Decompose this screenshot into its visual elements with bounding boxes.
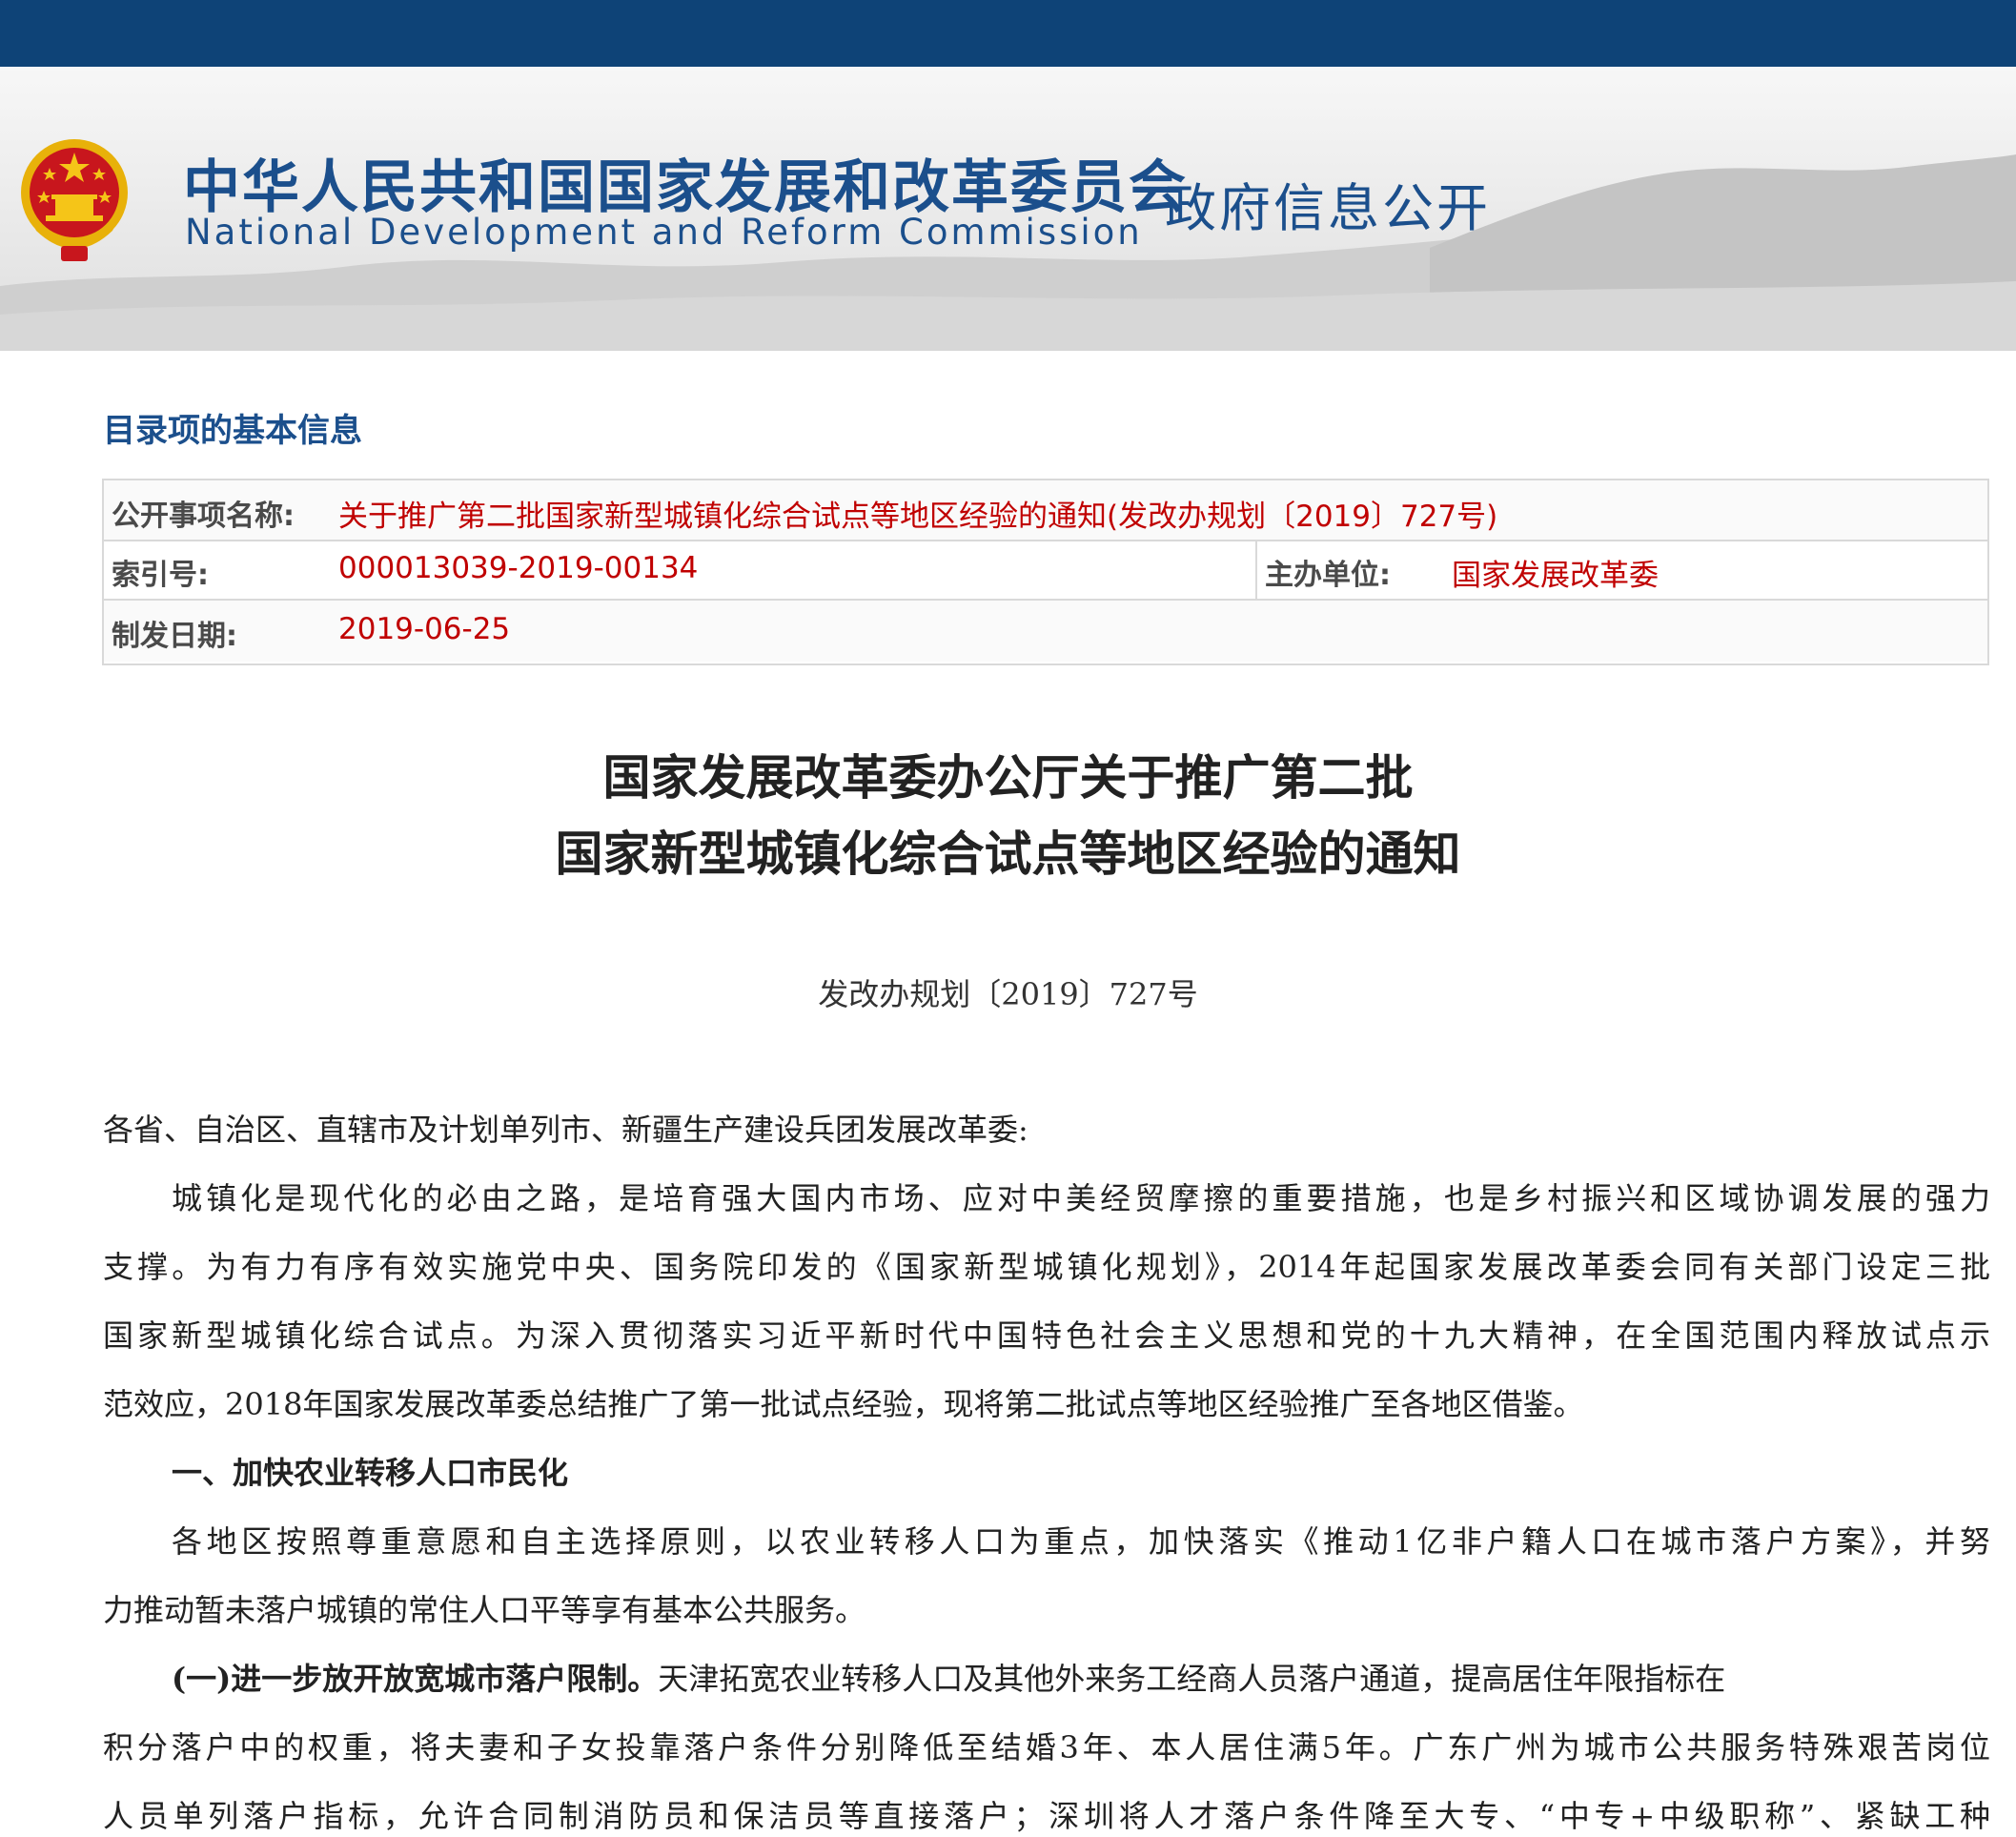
table-row: 制发日期: 2019-06-25 [104, 601, 1987, 662]
info-heading: 目录项的基本信息 [103, 412, 362, 450]
section-title[interactable]: 政府信息公开 [1165, 166, 1491, 241]
index-value: 000013039-2019-00134 [338, 551, 699, 585]
top-bar [0, 0, 2016, 67]
paragraph-line: 支撑。为有力有序有效实施党中央、国务院印发的《国家新型城镇化规划》，2014年起… [103, 1249, 1990, 1285]
host-value: 国家发展改革委 [1452, 559, 1659, 593]
paragraph-line: 范效应，2018年国家发展改革委总结推广了第一批试点经验，现将第二批试点等地区经… [103, 1386, 1584, 1422]
national-emblem-icon [21, 139, 128, 261]
host-label: 主办单位: [1265, 559, 1391, 592]
paragraph-text: 天津拓宽农业转移人口及其他外来务工经商人员落户通道，提高居住年限指标在 [658, 1661, 1726, 1697]
paragraph-line: 国家新型城镇化综合试点。为深入贯彻落实习近平新时代中国特色社会主义思想和党的十九… [103, 1317, 1990, 1354]
site-title-english[interactable]: National Development and Reform Commissi… [185, 212, 1143, 253]
paragraph-line: 各地区按照尊重意愿和自主选择原则，以农业转移人口为重点，加快落实《推动1亿非户籍… [172, 1523, 1990, 1560]
document-title-line: 国家新型城镇化综合试点等地区经验的通知 [555, 826, 1461, 882]
document-number: 发改办规划〔2019〕727号 [818, 976, 1198, 1012]
section-heading: 一、加快农业转移人口市民化 [172, 1455, 569, 1491]
site-banner: 中华人民共和国国家发展和改革委员会 National Development a… [0, 67, 2016, 351]
info-table: 公开事项名称: 关于推广第二批国家新型城镇化综合试点等地区经验的通知(发改办规划… [102, 479, 1989, 665]
salutation: 各省、自治区、直辖市及计划单列市、新疆生产建设兵团发展改革委: [103, 1112, 1028, 1148]
paragraph-line: 城镇化是现代化的必由之路，是培育强大国内市场、应对中美经贸摩擦的重要措施，也是乡… [172, 1180, 1990, 1216]
date-label: 制发日期: [112, 620, 237, 653]
table-row: 索引号: 000013039-2019-00134 主办单位: 国家发展改革委 [104, 540, 1987, 601]
paragraph-line: 积分落户中的权重，将夫妻和子女投靠落户条件分别降低至结婚3年、本人居住满5年。广… [103, 1729, 1990, 1766]
document-title-line: 国家发展改革委办公厅关于推广第二批 [602, 749, 1414, 806]
paragraph-line: 力推动暂未落户城镇的常住人口平等享有基本公共服务。 [103, 1592, 866, 1628]
paragraph-line: (一)进一步放开放宽城市落户限制。天津拓宽农业转移人口及其他外来务工经商人员落户… [172, 1655, 1725, 1699]
column-divider [1255, 540, 1257, 599]
item-name-label: 公开事项名称: [112, 500, 295, 533]
table-row: 公开事项名称: 关于推广第二批国家新型城镇化综合试点等地区经验的通知(发改办规划… [104, 480, 1987, 541]
subsection-heading: (一)进一步放开放宽城市落户限制。 [172, 1661, 659, 1697]
date-value: 2019-06-25 [338, 612, 511, 646]
index-label: 索引号: [112, 559, 209, 592]
paragraph-line: 人员单列落户指标，允许合同制消防员和保洁员等直接落户；深圳将人才落户条件降至大专… [103, 1798, 1990, 1834]
item-name-value: 关于推广第二批国家新型城镇化综合试点等地区经验的通知(发改办规划〔2019〕72… [338, 500, 1498, 534]
